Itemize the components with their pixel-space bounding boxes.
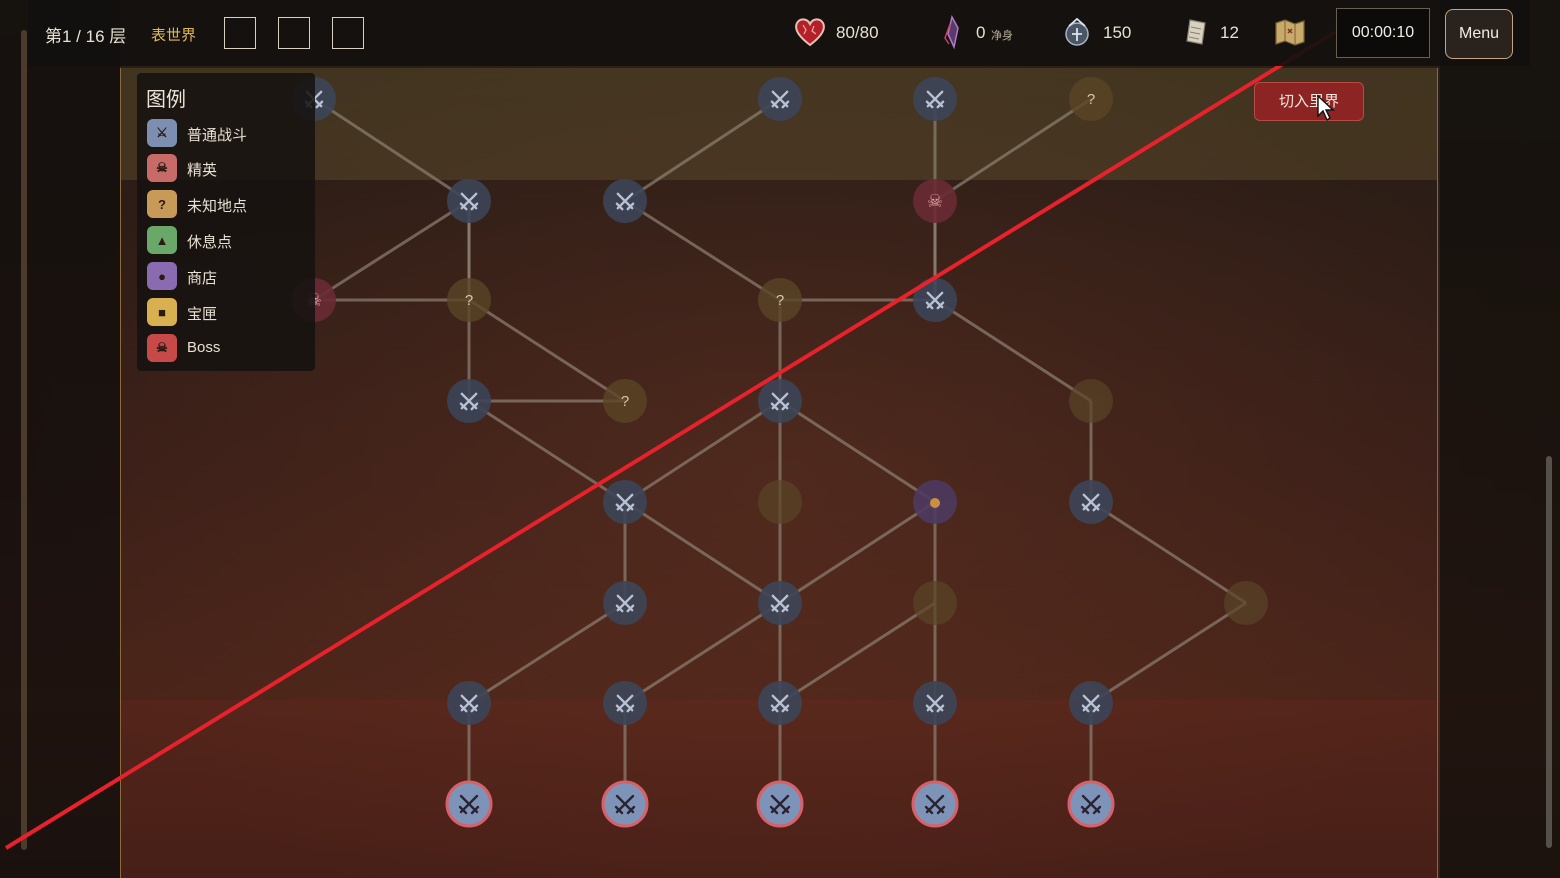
map-node-unknown[interactable]: ? xyxy=(447,278,491,322)
map-path xyxy=(313,97,470,203)
map-node-empty[interactable] xyxy=(758,480,802,524)
start-node-combat[interactable] xyxy=(911,780,959,828)
map-node-combat[interactable] xyxy=(913,278,957,322)
shop-bag-icon: ● xyxy=(147,262,177,290)
map-path xyxy=(624,199,781,302)
legend-label: 休息点 xyxy=(187,234,233,251)
floor-indicator: 第1 / 16 层 xyxy=(45,27,127,46)
relic-slot-1[interactable] xyxy=(224,17,256,49)
mouse-cursor-icon xyxy=(1317,94,1335,122)
map-path xyxy=(468,298,626,403)
map-node-combat[interactable] xyxy=(447,681,491,725)
cards-value: 12 xyxy=(1220,23,1239,42)
purify-value: 0 xyxy=(976,23,986,42)
start-node-combat[interactable] xyxy=(756,780,804,828)
map-node-unknown[interactable]: ? xyxy=(758,278,802,322)
hp-value: 80/80 xyxy=(836,23,879,42)
question-icon: ? xyxy=(147,190,177,218)
run-timer: 00:00:10 xyxy=(1336,8,1430,58)
map-node-combat[interactable] xyxy=(447,179,491,223)
unknown-node-label: ? xyxy=(621,393,629,410)
start-node-combat[interactable] xyxy=(601,780,649,828)
map-node-empty[interactable] xyxy=(1224,581,1268,625)
legend-label: 未知地点 xyxy=(187,198,248,215)
map-path xyxy=(779,500,936,605)
legend-item-combat: ⚔ 普通战斗 xyxy=(147,119,307,147)
map-node-combat[interactable] xyxy=(758,681,802,725)
legend-item-treasure: ■ 宝匣 xyxy=(147,298,307,326)
map-path xyxy=(313,199,470,302)
legend-label: 精英 xyxy=(187,162,218,179)
crystal-icon xyxy=(944,14,959,50)
legend-item-boss: ☠ Boss xyxy=(147,334,307,362)
legend-label: 普通战斗 xyxy=(187,127,248,144)
legend-panel: 图例 ⚔ 普通战斗 ☠ 精英 ? 未知地点 ▲ 休息点 ● 商店 ■ 宝匣 ☠ … xyxy=(137,73,315,371)
map-node-shop[interactable] xyxy=(913,480,957,524)
map-path xyxy=(624,97,781,203)
map-node-unknown[interactable]: ? xyxy=(1069,77,1113,121)
soul-orb-icon xyxy=(1065,17,1089,46)
switch-world-button[interactable]: 切入里界 xyxy=(1254,82,1364,121)
campfire-icon: ▲ xyxy=(147,226,177,254)
treasure-chest-icon: ■ xyxy=(147,298,177,326)
map-path xyxy=(1090,601,1247,705)
relic-slot-2[interactable] xyxy=(278,17,310,49)
world-indicator[interactable]: 表世界 xyxy=(151,24,196,45)
legend-label: Boss xyxy=(187,339,221,356)
crossed-swords-icon: ⚔ xyxy=(147,119,177,147)
map-node-empty[interactable] xyxy=(1069,379,1113,423)
heart-icon xyxy=(795,18,825,47)
map-path xyxy=(468,601,626,705)
map-path xyxy=(624,601,781,705)
map-node-unknown[interactable]: ? xyxy=(603,379,647,423)
unknown-node-label: ? xyxy=(465,292,473,309)
boss-skull-icon: ☠ xyxy=(147,334,177,362)
map-path xyxy=(1090,500,1247,605)
legend-label: 商店 xyxy=(187,270,218,287)
map-node-combat[interactable] xyxy=(447,379,491,423)
legend-item-rest: ▲ 休息点 xyxy=(147,226,307,254)
purify-label: 净身 xyxy=(991,30,1013,42)
start-node-combat[interactable] xyxy=(1067,780,1115,828)
svg-text:☠: ☠ xyxy=(927,191,943,211)
map-node-combat[interactable] xyxy=(758,379,802,423)
map-node-combat[interactable] xyxy=(1069,480,1113,524)
legend-label: 宝匣 xyxy=(187,306,218,323)
map-node-combat[interactable] xyxy=(913,77,957,121)
map-node-combat[interactable] xyxy=(758,77,802,121)
map-node-empty[interactable] xyxy=(913,581,957,625)
map-node-combat[interactable] xyxy=(758,581,802,625)
map-node-elite[interactable]: ☠ xyxy=(913,179,957,223)
map-path xyxy=(779,601,936,705)
relic-slot-3[interactable] xyxy=(332,17,364,49)
unknown-node-label: ? xyxy=(1087,91,1095,108)
map-node-combat[interactable] xyxy=(603,681,647,725)
map-path xyxy=(934,298,1092,403)
legend-item-elite: ☠ 精英 xyxy=(147,154,307,182)
map-node-combat[interactable] xyxy=(603,581,647,625)
map-node-combat[interactable] xyxy=(1069,681,1113,725)
legend-item-unknown: ? 未知地点 xyxy=(147,190,307,218)
map-node-combat[interactable] xyxy=(913,681,957,725)
legend-item-shop: ● 商店 xyxy=(147,262,307,290)
scroll-icon xyxy=(1186,19,1206,45)
start-node-combat[interactable] xyxy=(445,780,493,828)
legend-title: 图例 xyxy=(146,89,186,111)
map-path xyxy=(624,500,781,605)
map-path xyxy=(779,399,936,504)
map-node-combat[interactable] xyxy=(603,480,647,524)
elite-skull-icon: ☠ xyxy=(147,154,177,182)
unknown-node-label: ? xyxy=(776,292,784,309)
map-path xyxy=(934,97,1092,203)
map-node-combat[interactable] xyxy=(603,179,647,223)
soul-value: 150 xyxy=(1103,23,1132,42)
map-icon[interactable] xyxy=(1272,14,1308,50)
menu-button[interactable]: Menu xyxy=(1445,9,1513,59)
top-hud: 第1 / 16 层 表世界 80/80 0 净身 150 12 00:00:10… xyxy=(28,0,1530,66)
map-path xyxy=(468,399,626,504)
